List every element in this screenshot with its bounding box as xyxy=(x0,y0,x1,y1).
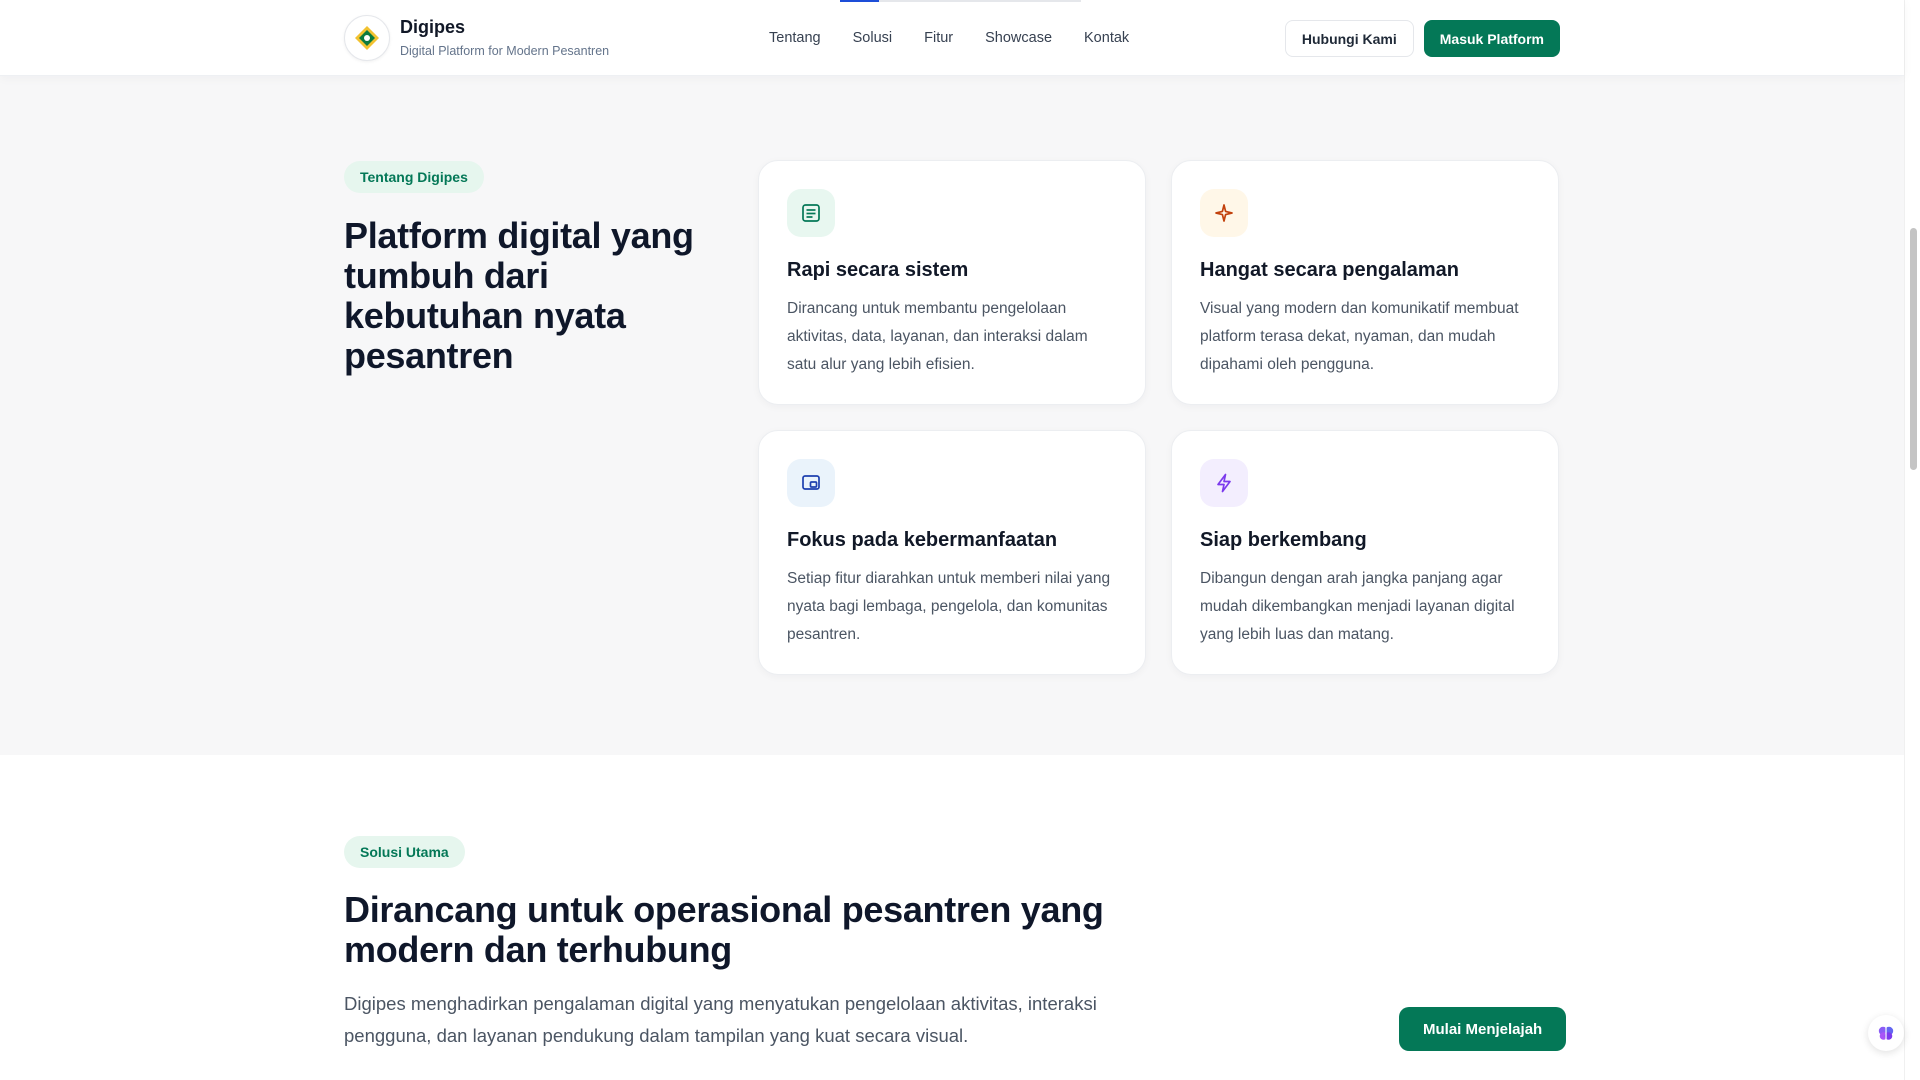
about-pill: Tentang Digipes xyxy=(344,161,484,193)
card-description: Visual yang modern dan komunikatif membu… xyxy=(1200,300,1519,373)
card-title: Hangat secara pengalaman xyxy=(1200,259,1459,281)
feature-card: Fokus pada kebermanfaatan Setiap fitur d… xyxy=(758,430,1146,675)
solusi-description: Digipes menghadirkan pengalaman digital … xyxy=(344,993,1097,1046)
card-title: Rapi secara sistem xyxy=(787,259,969,281)
login-platform-button[interactable]: Masuk Platform xyxy=(1423,20,1560,57)
scrollbar-thumb[interactable] xyxy=(1910,228,1917,470)
card-description: Setiap fitur diarahkan untuk memberi nil… xyxy=(787,570,1111,643)
brand[interactable]: Digipes Digital Platform for Modern Pesa… xyxy=(344,15,609,61)
card-title: Fokus pada kebermanfaatan xyxy=(787,529,1058,551)
page-scrollbar[interactable] xyxy=(1904,0,1920,1080)
nav-item-kontak[interactable]: Kontak xyxy=(1084,30,1129,46)
digipes-logo xyxy=(344,15,390,61)
scroll-progress-fill xyxy=(840,0,879,2)
solusi-pill: Solusi Utama xyxy=(344,836,465,868)
nav-item-showcase[interactable]: Showcase xyxy=(985,30,1052,46)
monitor-icon xyxy=(787,459,835,507)
brand-text: Digipes Digital Platform for Modern Pesa… xyxy=(400,16,609,60)
contact-us-button[interactable]: Hubungi Kami xyxy=(1284,20,1414,57)
feature-card: Hangat secara pengalaman Visual yang mod… xyxy=(1171,160,1559,405)
logo-emblem-icon xyxy=(355,26,379,50)
sparkle-icon xyxy=(1200,189,1248,237)
card-title: Siap berkembang xyxy=(1200,529,1367,551)
feature-card: Siap berkembang Dibangun dengan arah jan… xyxy=(1171,430,1559,675)
scroll-progress-track xyxy=(840,0,1081,2)
brand-name: Digipes xyxy=(400,17,466,37)
nav-item-fitur[interactable]: Fitur xyxy=(924,30,953,46)
card-description: Dirancang untuk membantu pengelolaan akt… xyxy=(787,300,1088,373)
nav-item-solusi[interactable]: Solusi xyxy=(853,30,893,46)
about-title: Platform digital yang tumbuh dari kebutu… xyxy=(344,215,694,376)
navbar-inner: Digipes Digital Platform for Modern Pesa… xyxy=(344,0,1560,76)
nav-item-tentang[interactable]: Tentang xyxy=(769,30,821,46)
solusi-title: Dirancang untuk operasional pesantren ya… xyxy=(344,889,1104,970)
lightning-icon xyxy=(1200,459,1248,507)
document-list-icon xyxy=(787,189,835,237)
top-navbar: Digipes Digital Platform for Modern Pesa… xyxy=(0,0,1904,76)
brand-tagline: Digital Platform for Modern Pesantren xyxy=(400,44,610,58)
feature-card: Rapi secara sistem Dirancang untuk memba… xyxy=(758,160,1146,405)
assistant-fab[interactable] xyxy=(1868,1015,1904,1051)
brain-icon xyxy=(1878,1026,1894,1040)
main-nav: Tentang Solusi Fitur Showcase Kontak xyxy=(769,0,1129,76)
start-explore-button[interactable]: Mulai Menjelajah xyxy=(1399,1007,1567,1051)
about-section: Tentang Digipes Platform digital yang tu… xyxy=(0,76,1904,755)
header-actions: Hubungi Kami Masuk Platform xyxy=(1284,20,1560,57)
card-description: Dibangun dengan arah jangka panjang agar… xyxy=(1200,570,1515,643)
